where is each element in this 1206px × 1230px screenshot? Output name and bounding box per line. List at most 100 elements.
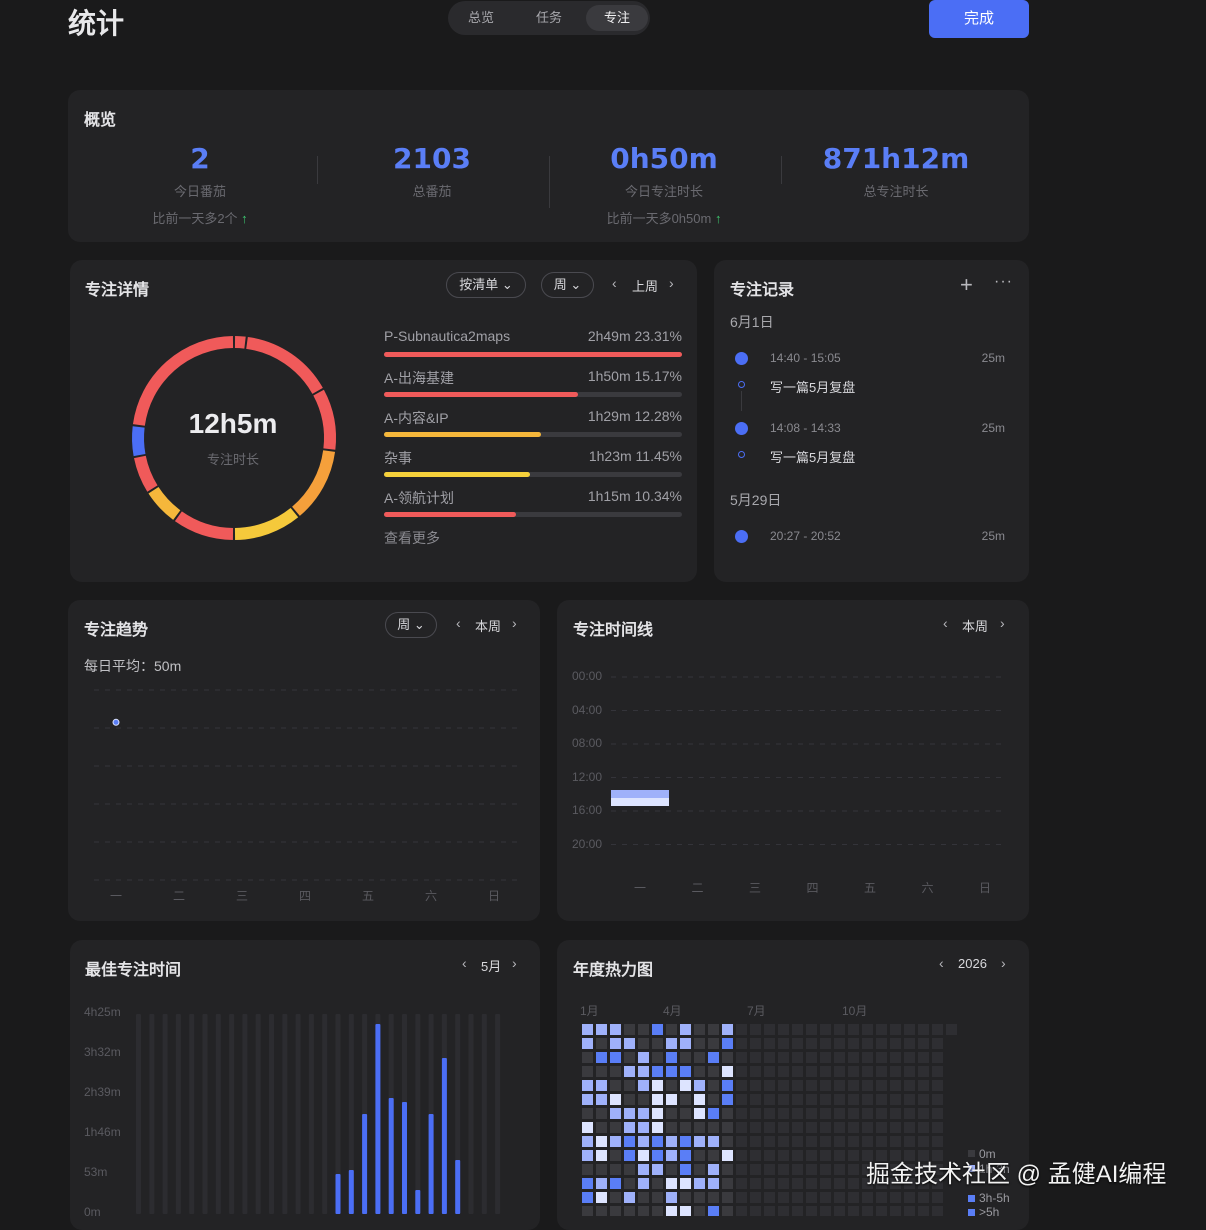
heatmap-cell[interactable] <box>652 1206 663 1216</box>
heatmap-cell[interactable] <box>624 1094 635 1105</box>
heatmap-cell[interactable] <box>722 1108 733 1119</box>
heatmap-cell[interactable] <box>736 1136 747 1147</box>
heatmap-cell[interactable] <box>848 1066 859 1077</box>
chevron-left-icon[interactable]: ‹ <box>943 615 948 631</box>
heatmap-cell[interactable] <box>806 1150 817 1161</box>
heatmap-cell[interactable] <box>736 1108 747 1119</box>
heatmap-cell[interactable] <box>792 1164 803 1175</box>
heatmap-cell[interactable] <box>680 1066 691 1077</box>
bar[interactable] <box>455 1160 461 1214</box>
heatmap-cell[interactable] <box>876 1066 887 1077</box>
heatmap-cell[interactable] <box>848 1052 859 1063</box>
heatmap-cell[interactable] <box>820 1094 831 1105</box>
heatmap-cell[interactable] <box>680 1192 691 1203</box>
heatmap-cell[interactable] <box>904 1052 915 1063</box>
heatmap-cell[interactable] <box>596 1150 607 1161</box>
heatmap-cell[interactable] <box>904 1066 915 1077</box>
heatmap-cell[interactable] <box>834 1206 845 1216</box>
heatmap-cell[interactable] <box>708 1094 719 1105</box>
heatmap-cell[interactable] <box>778 1094 789 1105</box>
heatmap-cell[interactable] <box>736 1066 747 1077</box>
heatmap-cell[interactable] <box>890 1038 901 1049</box>
heatmap-cell[interactable] <box>736 1178 747 1189</box>
bar[interactable] <box>375 1024 381 1214</box>
heatmap-cell[interactable] <box>708 1136 719 1147</box>
heatmap-cell[interactable] <box>610 1164 621 1175</box>
heatmap-cell[interactable] <box>876 1122 887 1133</box>
heatmap-cell[interactable] <box>862 1024 873 1035</box>
heatmap-cell[interactable] <box>820 1178 831 1189</box>
heatmap-cell[interactable] <box>582 1178 593 1189</box>
heatmap-cell[interactable] <box>806 1206 817 1216</box>
heatmap-cell[interactable] <box>876 1108 887 1119</box>
heatmap-cell[interactable] <box>750 1206 761 1216</box>
heatmap-cell[interactable] <box>806 1038 817 1049</box>
heatmap-cell[interactable] <box>596 1164 607 1175</box>
bar[interactable] <box>428 1114 434 1214</box>
heatmap-cell[interactable] <box>750 1136 761 1147</box>
heatmap-cell[interactable] <box>610 1150 621 1161</box>
heatmap-cell[interactable] <box>708 1066 719 1077</box>
heatmap-cell[interactable] <box>736 1024 747 1035</box>
heatmap-cell[interactable] <box>918 1094 929 1105</box>
heatmap-cell[interactable] <box>638 1150 649 1161</box>
heatmap-cell[interactable] <box>918 1080 929 1091</box>
heatmap-cell[interactable] <box>638 1136 649 1147</box>
heatmap-cell[interactable] <box>932 1108 943 1119</box>
heatmap-cell[interactable] <box>680 1164 691 1175</box>
heatmap-cell[interactable] <box>792 1066 803 1077</box>
heatmap-cell[interactable] <box>876 1136 887 1147</box>
heatmap-cell[interactable] <box>862 1206 873 1216</box>
heatmap-cell[interactable] <box>904 1136 915 1147</box>
heatmap-cell[interactable] <box>820 1206 831 1216</box>
heatmap-cell[interactable] <box>610 1094 621 1105</box>
heatmap-cell[interactable] <box>820 1150 831 1161</box>
heatmap-cell[interactable] <box>932 1024 943 1035</box>
heatmap-cell[interactable] <box>806 1192 817 1203</box>
heatmap-cell[interactable] <box>722 1052 733 1063</box>
heatmap-cell[interactable] <box>890 1192 901 1203</box>
heatmap-cell[interactable] <box>918 1038 929 1049</box>
heatmap-cell[interactable] <box>596 1206 607 1216</box>
heatmap-cell[interactable] <box>750 1080 761 1091</box>
heatmap-cell[interactable] <box>596 1108 607 1119</box>
heatmap-cell[interactable] <box>806 1108 817 1119</box>
heatmap-cell[interactable] <box>904 1024 915 1035</box>
heatmap-cell[interactable] <box>638 1080 649 1091</box>
heatmap-cell[interactable] <box>680 1024 691 1035</box>
heatmap-cell[interactable] <box>820 1066 831 1077</box>
heatmap-cell[interactable] <box>610 1122 621 1133</box>
heatmap-cell[interactable] <box>624 1052 635 1063</box>
heatmap-cell[interactable] <box>708 1178 719 1189</box>
heatmap-cell[interactable] <box>764 1192 775 1203</box>
heatmap-cell[interactable] <box>638 1192 649 1203</box>
heatmap-cell[interactable] <box>778 1080 789 1091</box>
heatmap-cell[interactable] <box>764 1136 775 1147</box>
heatmap-cell[interactable] <box>890 1122 901 1133</box>
heatmap-cell[interactable] <box>736 1206 747 1216</box>
heatmap-cell[interactable] <box>862 1136 873 1147</box>
heatmap-cell[interactable] <box>750 1094 761 1105</box>
heatmap-cell[interactable] <box>610 1066 621 1077</box>
trend-point[interactable] <box>112 718 120 726</box>
heatmap-cell[interactable] <box>666 1024 677 1035</box>
heatmap-cell[interactable] <box>750 1164 761 1175</box>
heatmap-cell[interactable] <box>932 1206 943 1216</box>
heatmap-cell[interactable] <box>806 1136 817 1147</box>
heatmap-cell[interactable] <box>652 1150 663 1161</box>
heatmap-cell[interactable] <box>680 1094 691 1105</box>
heatmap-cell[interactable] <box>624 1122 635 1133</box>
heatmap-cell[interactable] <box>736 1094 747 1105</box>
period-dropdown[interactable]: 周 ⌄ <box>541 272 594 298</box>
heatmap-cell[interactable] <box>582 1164 593 1175</box>
heatmap-cell[interactable] <box>834 1052 845 1063</box>
heatmap-cell[interactable] <box>624 1164 635 1175</box>
heatmap-cell[interactable] <box>862 1038 873 1049</box>
heatmap-cell[interactable] <box>764 1206 775 1216</box>
heatmap-cell[interactable] <box>694 1066 705 1077</box>
heatmap-cell[interactable] <box>638 1052 649 1063</box>
heatmap-cell[interactable] <box>582 1122 593 1133</box>
heatmap-cell[interactable] <box>582 1136 593 1147</box>
heatmap-cell[interactable] <box>666 1094 677 1105</box>
heatmap-cell[interactable] <box>834 1178 845 1189</box>
